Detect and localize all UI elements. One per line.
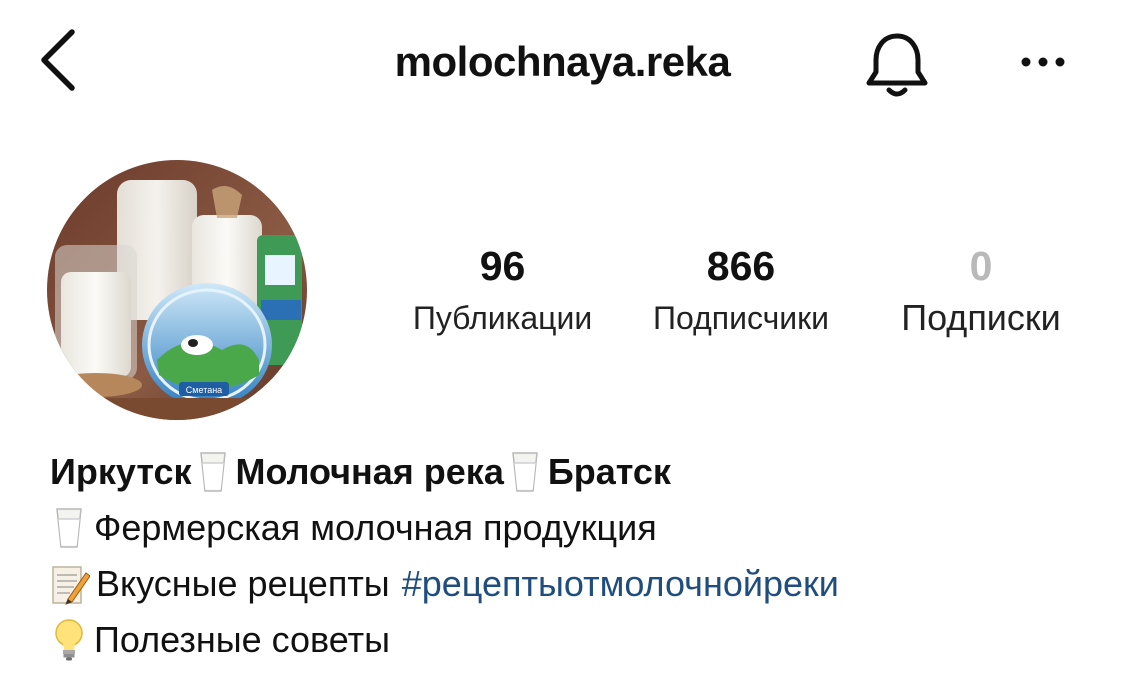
- bio-name-line: Иркутск Молочная река Братск: [50, 444, 1110, 500]
- profile-avatar[interactable]: Сметана: [47, 160, 307, 420]
- more-horizontal-icon: [1021, 57, 1065, 67]
- bio-line-3-text: Полезные советы: [94, 619, 390, 660]
- more-options-button[interactable]: [1008, 42, 1078, 82]
- bio-line-2: Вкусные рецепты #рецептыотмолочнойреки: [50, 556, 1110, 612]
- bio-name-part-2: Молочная река: [235, 451, 504, 492]
- profile-header: molochnaya.reka: [0, 0, 1125, 130]
- avatar-photo-label: Сметана: [186, 385, 222, 395]
- profile-bio: Иркутск Молочная река Братск Фермерская …: [50, 444, 1110, 668]
- bio-name-part-3: Братск: [547, 451, 671, 492]
- posts-label: Публикации: [412, 300, 593, 336]
- profile-username: molochnaya.reka: [394, 38, 731, 85]
- notifications-button[interactable]: [862, 28, 932, 100]
- milk-glass-icon: [512, 452, 538, 492]
- light-bulb-icon: [55, 619, 83, 661]
- following-label: Подписки: [901, 297, 1061, 338]
- milk-glass-icon: [199, 452, 226, 492]
- followers-count: 866: [706, 243, 776, 289]
- bell-icon: [866, 33, 928, 97]
- bio-line-2-text: Вкусные рецепты: [96, 563, 390, 604]
- bio-line-3: Полезные советы: [50, 612, 1110, 668]
- chevron-left-icon: [41, 29, 75, 91]
- bio-line-1-text: Фермерская молочная продукция: [94, 507, 657, 548]
- milk-glass-icon: [56, 508, 82, 548]
- bio-name-part-1: Иркутск: [50, 451, 192, 492]
- hashtag-link[interactable]: #рецептыотмолочнойреки: [402, 556, 839, 612]
- profile-avatar-milk-products-photo: Сметана: [47, 160, 307, 420]
- memo-pencil-icon: [52, 566, 90, 605]
- following-count: 0: [969, 243, 993, 289]
- posts-count-stat[interactable]: 96 Публикации: [385, 240, 620, 338]
- posts-count: 96: [479, 243, 526, 289]
- followers-count-stat[interactable]: 866 Подписчики: [628, 240, 854, 338]
- back-button[interactable]: [30, 22, 90, 102]
- followers-label: Подписчики: [652, 300, 830, 336]
- bio-line-1: Фермерская молочная продукция: [50, 500, 1110, 556]
- following-count-stat[interactable]: 0 Подписки: [870, 240, 1092, 338]
